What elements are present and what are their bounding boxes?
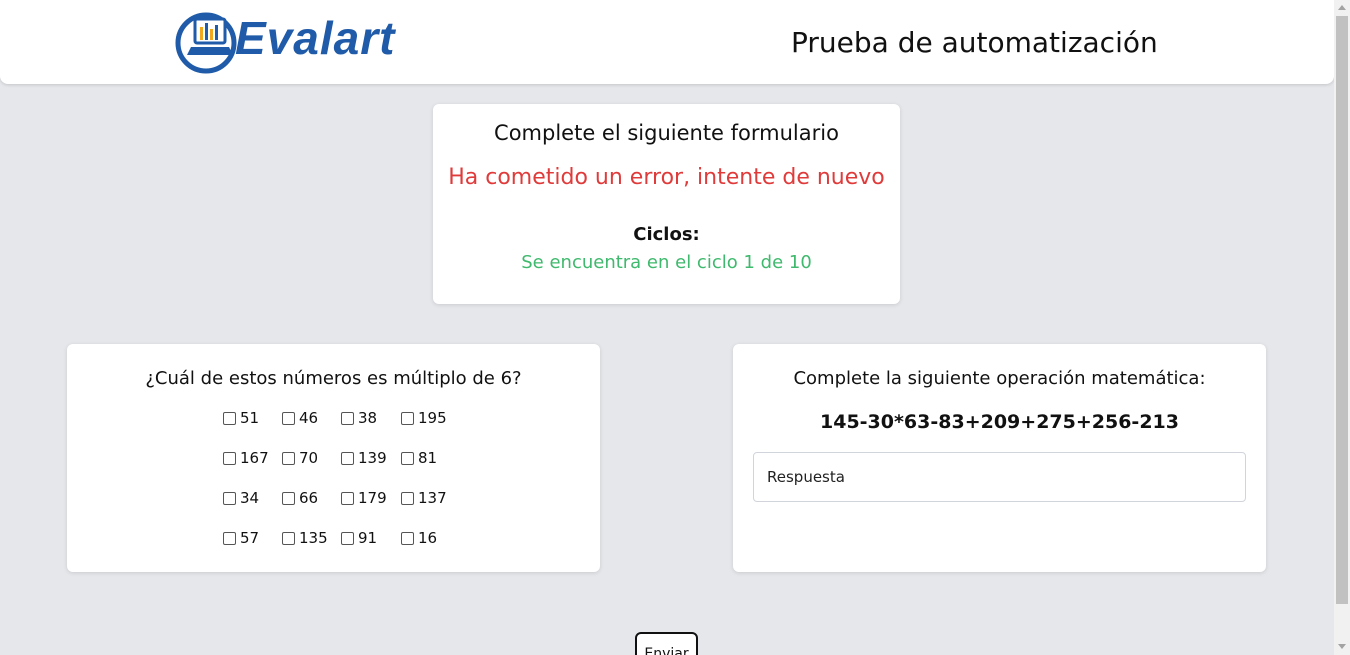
option-label: 179	[358, 489, 387, 507]
question-card: ¿Cuál de estos números es múltiplo de 6?…	[67, 344, 600, 572]
submit-button[interactable]: Enviar	[635, 632, 698, 655]
option-checkbox[interactable]: 57	[223, 528, 259, 548]
option-label: 139	[358, 449, 387, 467]
checkbox[interactable]	[341, 491, 354, 505]
option-label: 51	[240, 409, 260, 427]
form-title: Complete el siguiente formulario	[494, 121, 839, 145]
option-checkbox[interactable]: 167	[223, 448, 269, 468]
checkbox[interactable]	[282, 531, 295, 545]
option-checkbox[interactable]: 38	[341, 408, 377, 428]
option-checkbox[interactable]: 34	[223, 488, 259, 508]
header: Evalart Prueba de automatización	[0, 0, 1334, 84]
option-checkbox[interactable]: 66	[282, 488, 318, 508]
option-checkbox[interactable]: 91	[341, 528, 377, 548]
cycles-label: Ciclos:	[633, 224, 700, 245]
option-label: 135	[299, 529, 328, 547]
option-checkbox[interactable]: 16	[401, 528, 437, 548]
logo-text: Evalart	[235, 12, 396, 64]
scroll-up-arrow-icon[interactable]	[1338, 5, 1346, 10]
operation-title: Complete la siguiente operación matemáti…	[793, 368, 1206, 389]
page: Evalart Prueba de automatización Complet…	[0, 0, 1350, 655]
evalart-logo: Evalart	[175, 7, 420, 79]
checkbox[interactable]	[401, 451, 414, 465]
option-label: 81	[418, 449, 438, 467]
checkbox[interactable]	[223, 451, 236, 465]
option-checkbox[interactable]: 81	[401, 448, 437, 468]
option-label: 66	[299, 489, 319, 507]
checkbox[interactable]	[401, 491, 414, 505]
option-label: 34	[240, 489, 260, 507]
option-checkbox[interactable]: 195	[401, 408, 447, 428]
option-checkbox[interactable]: 137	[401, 488, 447, 508]
option-label: 91	[358, 529, 378, 547]
option-label: 70	[299, 449, 319, 467]
math-expression: 145-30*63-83+209+275+256-213	[820, 411, 1179, 433]
checkbox[interactable]	[341, 451, 354, 465]
checkbox[interactable]	[282, 451, 295, 465]
option-label: 195	[418, 409, 447, 427]
option-label: 167	[240, 449, 269, 467]
option-checkbox[interactable]: 46	[282, 408, 318, 428]
vertical-scrollbar[interactable]	[1334, 0, 1350, 655]
option-label: 38	[358, 409, 378, 427]
answer-input[interactable]	[753, 452, 1246, 502]
checkbox[interactable]	[282, 411, 295, 425]
checkbox[interactable]	[401, 411, 414, 425]
checkbox[interactable]	[223, 491, 236, 505]
scroll-down-arrow-icon[interactable]	[1338, 644, 1346, 649]
checkbox[interactable]	[223, 411, 236, 425]
option-checkbox[interactable]: 139	[341, 448, 387, 468]
checkbox[interactable]	[341, 531, 354, 545]
checkbox[interactable]	[401, 531, 414, 545]
checkbox[interactable]	[341, 411, 354, 425]
option-checkbox[interactable]: 179	[341, 488, 387, 508]
option-checkbox[interactable]: 70	[282, 448, 318, 468]
error-message: Ha cometido un error, intente de nuevo	[448, 165, 885, 190]
checkbox[interactable]	[282, 491, 295, 505]
scrollbar-thumb[interactable]	[1336, 16, 1348, 604]
question-title: ¿Cuál de estos números es múltiplo de 6?	[145, 368, 522, 389]
cycles-status: Se encuentra en el ciclo 1 de 10	[521, 252, 812, 273]
status-card: Complete el siguiente formulario Ha come…	[433, 104, 900, 304]
operation-card: Complete la siguiente operación matemáti…	[733, 344, 1266, 572]
option-label: 137	[418, 489, 447, 507]
page-title: Prueba de automatización	[791, 26, 1158, 59]
checkbox[interactable]	[223, 531, 236, 545]
option-label: 46	[299, 409, 319, 427]
option-checkbox[interactable]: 135	[282, 528, 328, 548]
option-label: 57	[240, 529, 260, 547]
logo-icon	[175, 12, 237, 74]
option-label: 16	[418, 529, 438, 547]
option-checkbox[interactable]: 51	[223, 408, 259, 428]
